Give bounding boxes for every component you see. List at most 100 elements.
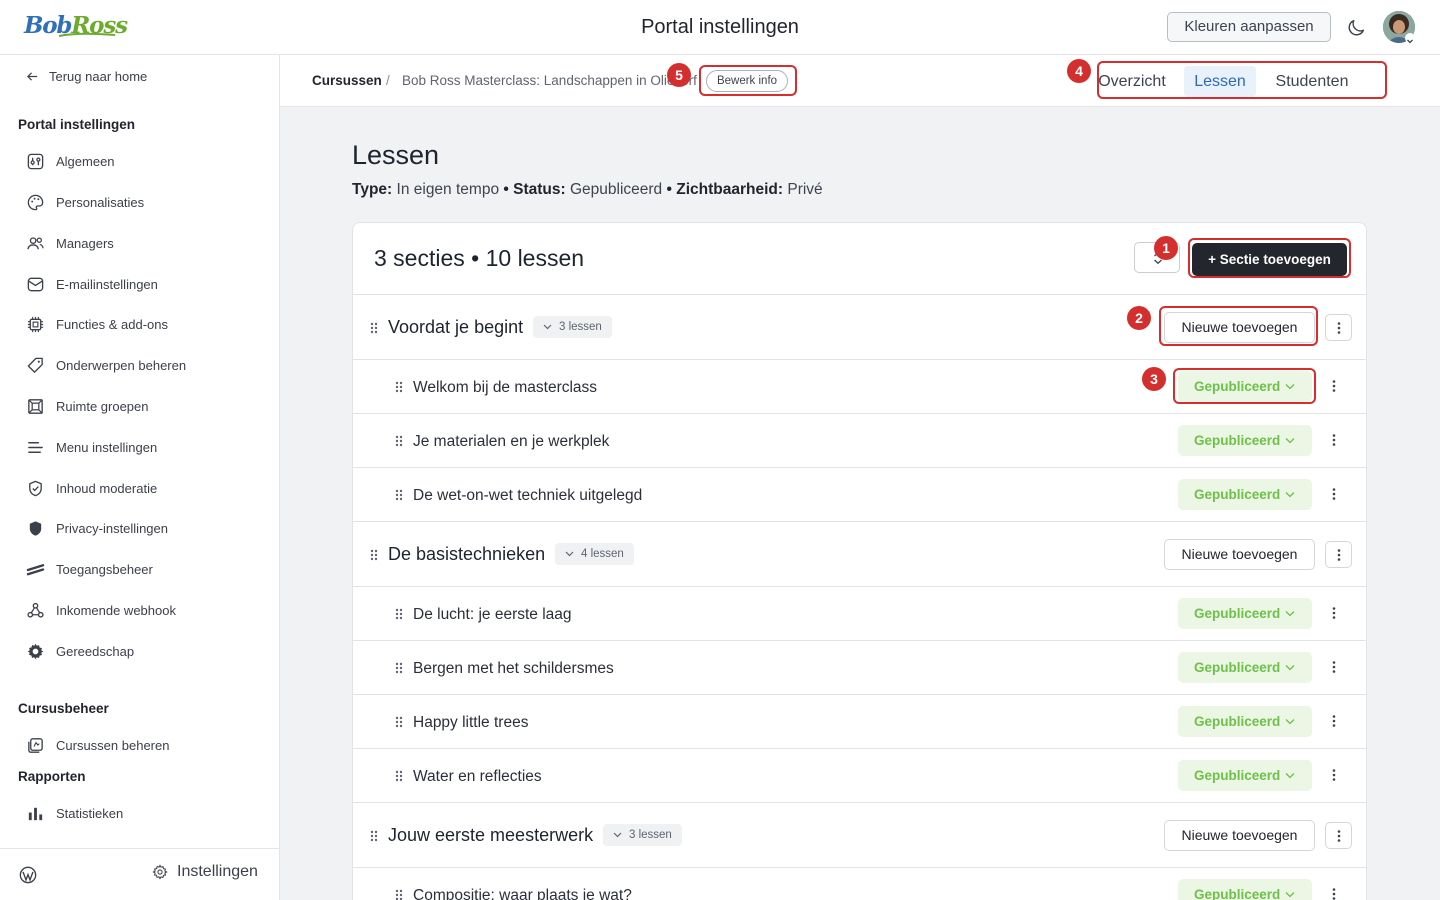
lesson-more-button[interactable] <box>1324 884 1344 900</box>
sidebar-item-incoming-webhook[interactable]: Inkomende webhook <box>26 598 176 622</box>
sidebar-item-statistics[interactable]: Statistieken <box>26 801 123 825</box>
sidebar-item-access-management[interactable]: Toegangsbeheer <box>26 557 153 581</box>
lesson-count-badge[interactable]: 3 lessen <box>603 824 682 846</box>
sidebar-item-content-moderation[interactable]: Inhoud moderatie <box>26 476 157 500</box>
lesson-title[interactable]: Welkom bij de masterclass <box>413 379 597 397</box>
lesson-count-badge[interactable]: 3 lessen <box>533 316 612 338</box>
publish-status-dropdown[interactable]: Gepubliceerd <box>1178 425 1312 456</box>
sidebar-item-features-addons[interactable]: Functies & add-ons <box>26 312 168 336</box>
sidebar-item-algemeen[interactable]: Algemeen <box>26 149 115 173</box>
section-lesson-counts: 3 secties • 10 lessen <box>374 245 585 271</box>
sliders-icon <box>27 153 44 169</box>
annotation-badge-5: 5 <box>667 63 691 87</box>
breadcrumb-courses[interactable]: Cursussen <box>312 73 382 88</box>
wordpress-icon[interactable] <box>19 866 37 884</box>
publish-status-dropdown[interactable]: Gepubliceerd <box>1178 479 1312 510</box>
lesson-more-button[interactable] <box>1324 711 1344 731</box>
section-more-button[interactable] <box>1325 822 1352 849</box>
lesson-title[interactable]: Happy little trees <box>413 714 528 732</box>
chevron-down-icon <box>543 324 552 330</box>
drag-handle-icon <box>370 322 378 334</box>
lesson-title[interactable]: De wet-on-wet techniek uitgelegd <box>413 487 642 505</box>
sidebar-item-label: Statistieken <box>56 805 124 821</box>
sidebar-item-label: Personalisaties <box>56 194 145 210</box>
top-header: BobRoss Portal instellingen Kleuren aanp… <box>0 0 1440 55</box>
lesson-row: Water en reflecties Gepubliceerd <box>353 749 1366 803</box>
sidebar-item-label: Toegangsbeheer <box>56 561 153 577</box>
chevron-down-icon <box>1285 892 1295 898</box>
publish-status-dropdown[interactable]: Gepubliceerd <box>1178 879 1312 900</box>
publish-status-label: Gepubliceerd <box>1194 606 1281 621</box>
footer-settings-link[interactable]: Instellingen <box>152 863 258 881</box>
back-to-home-link[interactable]: Terug naar home <box>26 69 147 84</box>
sidebar-item-managers[interactable]: Managers <box>26 231 114 255</box>
lesson-more-button[interactable] <box>1324 430 1344 450</box>
section-row: Jouw eerste meesterwerk 3 lessen Nieuwe to… <box>353 803 1366 868</box>
publish-status-dropdown[interactable]: Gepubliceerd <box>1178 706 1312 737</box>
footer-settings-label: Instellingen <box>177 863 258 880</box>
sidebar-item-menu-settings[interactable]: Menu instellingen <box>26 435 157 459</box>
sidebar-item-privacy-settings[interactable]: Privacy-instellingen <box>26 516 168 540</box>
publish-status-dropdown[interactable]: Gepubliceerd <box>1178 760 1312 791</box>
sidebar-item-personalisaties[interactable]: Personalisaties <box>26 190 144 214</box>
meta-separator: • <box>503 181 509 198</box>
moon-icon[interactable] <box>1345 17 1367 39</box>
tag-icon <box>27 357 43 373</box>
lesson-title[interactable]: De lucht: je eerste laag <box>413 606 572 624</box>
meta-separator: • <box>666 181 672 198</box>
lesson-title[interactable]: Water en reflecties <box>413 768 542 786</box>
lesson-more-button[interactable] <box>1324 765 1344 785</box>
more-vertical-icon <box>1337 829 1340 842</box>
lesson-title[interactable]: Compositie: waar plaats je wat? <box>413 887 632 900</box>
lesson-row: Compositie: waar plaats je wat? Gepublice… <box>353 868 1366 900</box>
shield-icon <box>29 520 42 536</box>
lesson-more-button[interactable] <box>1324 657 1344 677</box>
lesson-count-label: 4 lessen <box>581 548 624 560</box>
sidebar-item-manage-courses[interactable]: Cursussen beheren <box>26 733 169 757</box>
sidebar-item-label: E-mailinstellingen <box>56 276 158 292</box>
sidebar-item-label: Algemeen <box>56 153 115 169</box>
publish-status-dropdown[interactable]: Gepubliceerd <box>1178 652 1312 683</box>
sidebar-item-label: Functies & add-ons <box>56 316 169 332</box>
annotation-badge-1: 1 <box>1154 236 1178 260</box>
add-lesson-button[interactable]: Nieuwe toevoegen <box>1164 820 1315 851</box>
publish-status-dropdown[interactable]: Gepubliceerd <box>1178 598 1312 629</box>
more-vertical-icon <box>1332 607 1336 619</box>
drag-handle-icon <box>395 435 403 447</box>
more-vertical-icon <box>1337 321 1340 334</box>
status-label: Status: <box>513 181 566 198</box>
drag-handle-icon <box>395 716 403 728</box>
highlight-tabs <box>1097 61 1387 99</box>
chevron-down-icon <box>1285 492 1295 498</box>
publish-status-label: Gepubliceerd <box>1194 768 1281 783</box>
sidebar-item-label: Cursussen beheren <box>56 737 170 753</box>
section-more-button[interactable] <box>1325 541 1352 568</box>
lesson-row: Je materialen en je werkplek Gepubliceerd <box>353 414 1366 468</box>
status-value: Gepubliceerd <box>569 181 663 198</box>
sidebar-item-label: Onderwerpen beheren <box>56 357 187 373</box>
sidebar-item-tools[interactable]: Gereedschap <box>26 639 134 663</box>
lesson-title[interactable]: Je materialen en je werkplek <box>413 433 609 451</box>
section-more-button[interactable] <box>1325 314 1352 341</box>
add-lesson-button[interactable]: Nieuwe toevoegen <box>1164 539 1315 570</box>
lesson-more-button[interactable] <box>1324 376 1344 396</box>
drag-handle-icon <box>395 770 403 782</box>
lesson-count-badge[interactable]: 4 lessen <box>555 543 634 565</box>
chip-icon <box>27 316 44 332</box>
lesson-title[interactable]: Bergen met het schildersmes <box>413 660 614 678</box>
more-vertical-icon <box>1332 380 1336 392</box>
course-meta: Type: In eigen tempo • Status: Gepublice… <box>352 181 823 199</box>
lesson-more-button[interactable] <box>1324 484 1344 504</box>
sidebar-heading-portal-settings: Portal instellingen <box>18 117 136 132</box>
publish-status-label: Gepubliceerd <box>1194 487 1281 502</box>
sidebar-item-topics[interactable]: Onderwerpen beheren <box>26 353 186 377</box>
drag-handle-icon <box>370 549 378 561</box>
avatar-dropdown-indicator[interactable] <box>1405 33 1415 44</box>
sidebar-item-label: Managers <box>56 235 114 251</box>
lesson-more-button[interactable] <box>1324 603 1344 623</box>
sidebar-item-space-groups[interactable]: Ruimte groepen <box>26 394 149 418</box>
chevron-down-icon <box>1285 773 1295 779</box>
type-label: Type: <box>352 181 393 198</box>
customize-colors-button[interactable]: Kleuren aanpassen <box>1167 12 1331 42</box>
sidebar-item-email-settings[interactable]: E-mailinstellingen <box>26 272 158 296</box>
